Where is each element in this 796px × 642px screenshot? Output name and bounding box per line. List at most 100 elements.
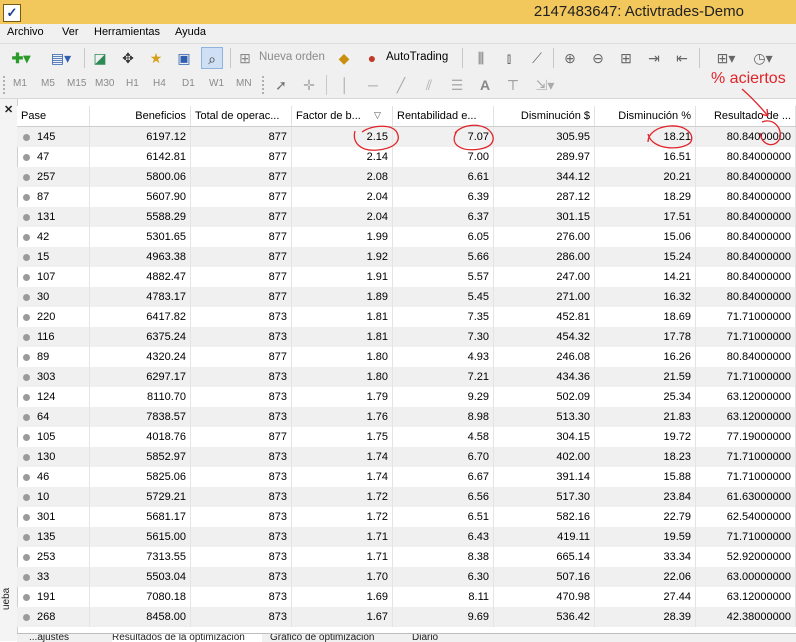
pass-status-icon — [23, 594, 30, 601]
menu-archivo[interactable]: Archivo — [7, 26, 44, 38]
profiles-icon[interactable]: ▤▾ — [46, 47, 76, 69]
cell-rentabilidad: 6.56 — [393, 487, 494, 507]
table-row[interactable]: 15 4963.38 877 1.92 5.66 286.00 15.24 80.840000… — [17, 247, 796, 267]
table-row[interactable]: 135 5615.00 873 1.71 6.43 419.11 19.59 71.71000… — [17, 527, 796, 547]
tile-windows-icon[interactable]: ⊞ — [615, 47, 637, 69]
table-row[interactable]: 268 8458.00 873 1.67 9.69 536.42 28.39 42.38000… — [17, 607, 796, 627]
terminal-icon[interactable]: ▣ — [173, 47, 195, 69]
toolbar-grip[interactable] — [3, 76, 8, 94]
table-row[interactable]: 30 4783.17 877 1.89 5.45 271.00 16.32 80.840000… — [17, 287, 796, 307]
cell-disminucion-dolar: 536.42 — [494, 607, 595, 627]
timeframe-d1[interactable]: D1 — [182, 78, 195, 89]
table-row[interactable]: 303 6297.17 873 1.80 7.21 434.36 21.59 71.71000… — [17, 367, 796, 387]
indicators-icon[interactable]: ⊞▾ — [711, 47, 741, 69]
crosshair-icon[interactable]: ✛ — [298, 74, 320, 96]
line-chart-icon[interactable]: ⟋ — [526, 47, 548, 69]
cell-total-operaciones: 877 — [191, 127, 292, 147]
col-header-disminucion-dolar[interactable]: Disminución $ — [494, 106, 595, 126]
table-row[interactable]: 105 4018.76 877 1.75 4.58 304.15 19.72 77.19000… — [17, 427, 796, 447]
toolbar-grip[interactable] — [262, 76, 267, 94]
table-row[interactable]: 124 8110.70 873 1.79 9.29 502.09 25.34 63.12000… — [17, 387, 796, 407]
table-row[interactable]: 10 5729.21 873 1.72 6.56 517.30 23.84 61.630000… — [17, 487, 796, 507]
cell-total-operaciones: 873 — [191, 527, 292, 547]
timeframe-h4[interactable]: H4 — [153, 78, 166, 89]
timeframe-w1[interactable]: W1 — [209, 78, 224, 89]
cell-disminucion-dolar: 286.00 — [494, 247, 595, 267]
candlestick-icon[interactable]: ⫾ — [498, 47, 520, 69]
auto-scroll-icon[interactable]: ⇥ — [643, 47, 665, 69]
cell-disminucion-dolar: 402.00 — [494, 447, 595, 467]
cell-beneficios: 5800.06 — [90, 167, 191, 187]
autotrading-button[interactable]: AutoTrading — [386, 51, 448, 63]
col-header-rentabilidad[interactable]: Rentabilidad e... — [393, 106, 494, 126]
table-row[interactable]: 131 5588.29 877 2.04 6.37 301.15 17.51 80.84000… — [17, 207, 796, 227]
timeframe-h1[interactable]: H1 — [126, 78, 139, 89]
cell-rentabilidad: 8.98 — [393, 407, 494, 427]
table-row[interactable]: 47 6142.81 877 2.14 7.00 289.97 16.51 80.840000… — [17, 147, 796, 167]
table-row[interactable]: 191 7080.18 873 1.69 8.11 470.98 27.44 63.12000… — [17, 587, 796, 607]
sort-descending-icon[interactable]: ▽ — [374, 110, 381, 121]
fibonacci-icon[interactable]: ☰ — [446, 74, 468, 96]
menu-herramientas[interactable]: Herramientas — [94, 26, 160, 38]
table-row[interactable]: 253 7313.55 873 1.71 8.38 665.14 33.34 52.92000… — [17, 547, 796, 567]
timeframe-m15[interactable]: M15 — [67, 78, 86, 89]
table-row[interactable]: 116 6375.24 873 1.81 7.30 454.32 17.78 71.71000… — [17, 327, 796, 347]
timeframe-m1[interactable]: M1 — [13, 78, 27, 89]
col-header-beneficios[interactable]: Beneficios — [90, 106, 191, 126]
trendline-icon[interactable]: ╱ — [390, 74, 412, 96]
pass-number: 145 — [37, 131, 56, 143]
navigator-icon[interactable]: ✥ — [117, 47, 139, 69]
cell-rentabilidad: 6.70 — [393, 447, 494, 467]
horizontal-line-icon[interactable]: ─ — [362, 74, 384, 96]
cursor-icon[interactable]: ➚ — [270, 74, 292, 96]
text-label-icon[interactable]: ⊤ — [502, 74, 524, 96]
table-row[interactable]: 89 4320.24 877 1.80 4.93 246.08 16.26 80.840000… — [17, 347, 796, 367]
zoom-out-icon[interactable]: ⊖ — [587, 47, 609, 69]
table-row[interactable]: 64 7838.57 873 1.76 8.98 513.30 21.83 63.120000… — [17, 407, 796, 427]
table-row[interactable]: 87 5607.90 877 2.04 6.39 287.12 18.29 80.840000… — [17, 187, 796, 207]
timeframe-mn[interactable]: MN — [236, 78, 252, 89]
zoom-in-icon[interactable]: ⊕ — [559, 47, 581, 69]
col-header-disminucion-pct[interactable]: Disminución % — [595, 106, 696, 126]
table-row[interactable]: 220 6417.82 873 1.81 7.35 452.81 18.69 71.71000… — [17, 307, 796, 327]
timeframe-m30[interactable]: M30 — [95, 78, 114, 89]
timeframe-m5[interactable]: M5 — [41, 78, 55, 89]
text-tool-icon[interactable]: A — [474, 74, 496, 96]
close-icon[interactable]: ✕ — [4, 103, 13, 116]
chart-shift-icon[interactable]: ⇤ — [671, 47, 693, 69]
strategy-tester-icon[interactable]: ⌕ — [201, 47, 223, 69]
col-header-total-operaciones[interactable]: Total de operac... — [191, 106, 292, 126]
table-row[interactable]: 257 5800.06 877 2.08 6.61 344.12 20.21 80.84000… — [17, 167, 796, 187]
table-row[interactable]: 42 5301.65 877 1.99 6.05 276.00 15.06 80.840000… — [17, 227, 796, 247]
cell-beneficios: 6417.82 — [90, 307, 191, 327]
periods-icon[interactable]: ◷▾ — [748, 47, 778, 69]
table-row[interactable]: 33 5503.04 873 1.70 6.30 507.16 22.06 63.000000… — [17, 567, 796, 587]
cell-pase: 42 — [17, 227, 90, 247]
table-row[interactable]: 130 5852.97 873 1.74 6.70 402.00 18.23 71.71000… — [17, 447, 796, 467]
cell-resultado: 63.00000000 — [696, 567, 796, 587]
new-order-icon[interactable]: ⊞ — [234, 47, 256, 69]
bar-chart-icon[interactable]: ⫼ — [470, 47, 492, 69]
new-chart-icon[interactable]: ✚▾ — [6, 47, 36, 69]
menu-ver[interactable]: Ver — [62, 26, 79, 38]
metaeditor-icon[interactable]: ◆ — [333, 47, 355, 69]
col-header-pase[interactable]: Pase — [17, 106, 90, 126]
col-header-resultado[interactable]: Resultado de ... — [696, 106, 796, 126]
pass-number: 89 — [37, 351, 50, 363]
table-row[interactable]: 46 5825.06 873 1.74 6.67 391.14 15.88 71.710000… — [17, 467, 796, 487]
menu-ayuda[interactable]: Ayuda — [175, 26, 206, 38]
cell-beneficios: 7080.18 — [90, 587, 191, 607]
cell-resultado: 71.71000000 — [696, 327, 796, 347]
channel-icon[interactable]: ⫽ — [418, 74, 440, 96]
autotrading-icon[interactable]: ● — [361, 47, 383, 69]
table-row[interactable]: 107 4882.47 877 1.91 5.57 247.00 14.21 80.84000… — [17, 267, 796, 287]
vertical-line-icon[interactable]: │ — [334, 74, 356, 96]
market-watch-icon[interactable]: ◪ — [89, 47, 111, 69]
favorites-icon[interactable]: ★ — [145, 47, 167, 69]
new-order-button[interactable]: Nueva orden — [259, 51, 325, 63]
arrows-icon[interactable]: ⇲▾ — [530, 74, 560, 96]
table-row[interactable]: 301 5681.17 873 1.72 6.51 582.16 22.79 62.54000… — [17, 507, 796, 527]
cell-factor-beneficio: 1.71 — [292, 527, 393, 547]
table-row[interactable]: 145 6197.12 877 2.15 7.07 305.95 18.21 80.84000… — [17, 127, 796, 147]
cell-disminucion-dolar: 513.30 — [494, 407, 595, 427]
